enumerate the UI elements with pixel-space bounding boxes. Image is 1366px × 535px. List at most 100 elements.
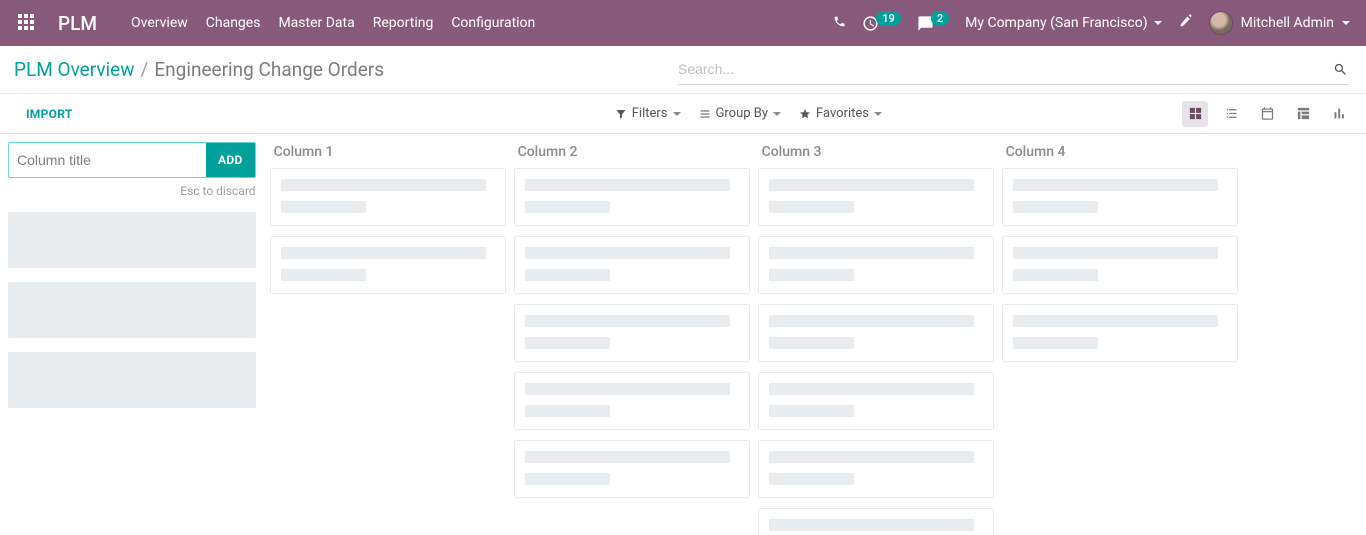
kanban-card[interactable] [1002, 168, 1238, 226]
kanban-card[interactable] [514, 168, 750, 226]
placeholder-line [769, 315, 974, 327]
filter-bar: Filters Group By Favorites [615, 106, 882, 121]
user-name: Mitchell Admin [1241, 15, 1334, 31]
placeholder-line [1013, 179, 1218, 191]
placeholder-line [525, 179, 730, 191]
search-input[interactable] [678, 61, 1333, 77]
list-icon [1224, 106, 1239, 121]
view-switcher [1182, 101, 1352, 127]
kanban-column-title[interactable]: Column 3 [762, 144, 994, 160]
kanban-icon [1188, 106, 1203, 121]
placeholder-line [525, 269, 611, 281]
kanban-column: Column 4 [1002, 142, 1238, 527]
activities-button[interactable]: 19 [862, 15, 901, 32]
nav-overview[interactable]: Overview [131, 15, 188, 31]
app-name[interactable]: PLM [58, 12, 97, 35]
kanban-card[interactable] [758, 236, 994, 294]
search-icon[interactable] [1333, 62, 1348, 77]
new-column-title-input[interactable] [9, 143, 206, 177]
kanban-card[interactable] [514, 236, 750, 294]
company-name: My Company (San Francisco) [965, 15, 1147, 31]
list-view-button[interactable] [1218, 101, 1244, 127]
messages-button[interactable]: 2 [917, 15, 949, 32]
new-column-panel: ADD Esc to discard [8, 142, 256, 527]
import-button[interactable]: IMPORT [26, 107, 73, 121]
nav-master-data[interactable]: Master Data [278, 15, 354, 31]
calendar-view-button[interactable] [1254, 101, 1280, 127]
placeholder-card [8, 352, 256, 408]
kanban-card[interactable] [514, 304, 750, 362]
placeholder-line [281, 269, 367, 281]
placeholder-line [525, 201, 611, 213]
kanban-card[interactable] [758, 440, 994, 498]
placeholder-line [769, 179, 974, 191]
nav-configuration[interactable]: Configuration [451, 15, 535, 31]
kanban-card[interactable] [758, 168, 994, 226]
add-column-button[interactable]: ADD [206, 143, 255, 177]
placeholder-line [525, 315, 730, 327]
groupby-dropdown[interactable]: Group By [699, 106, 782, 121]
kanban-column-title[interactable]: Column 2 [518, 144, 750, 160]
kanban-view-button[interactable] [1182, 101, 1208, 127]
kanban-column-title[interactable]: Column 1 [274, 144, 506, 160]
placeholder-line [281, 247, 486, 259]
favorites-dropdown[interactable]: Favorites [799, 106, 882, 121]
bar-chart-icon [1332, 106, 1347, 121]
placeholder-line [769, 247, 974, 259]
nav-reporting[interactable]: Reporting [373, 15, 434, 31]
placeholder-line [769, 269, 855, 281]
graph-view-button[interactable] [1326, 101, 1352, 127]
placeholder-line [769, 337, 855, 349]
kanban-card[interactable] [270, 236, 506, 294]
placeholder-line [769, 201, 855, 213]
search-box [678, 55, 1348, 85]
placeholder-line [525, 451, 730, 463]
placeholder-line [769, 519, 974, 531]
kanban-card[interactable] [1002, 236, 1238, 294]
apps-launcher-icon[interactable] [18, 14, 36, 32]
placeholder-line [281, 201, 367, 213]
company-switcher[interactable]: My Company (San Francisco) [965, 15, 1161, 31]
kanban-card[interactable] [758, 508, 994, 535]
placeholder-line [525, 337, 611, 349]
placeholder-line [525, 247, 730, 259]
pivot-view-button[interactable] [1290, 101, 1316, 127]
kanban-card[interactable] [514, 372, 750, 430]
placeholder-line [769, 473, 855, 485]
placeholder-line [281, 179, 486, 191]
caret-down-icon [773, 112, 781, 116]
developer-tools-icon[interactable] [1178, 14, 1193, 33]
kanban-column-title[interactable]: Column 4 [1006, 144, 1238, 160]
caret-down-icon [1154, 21, 1162, 25]
kanban-board: ADD Esc to discard Column 1 Column 2 Colum… [0, 134, 1366, 535]
calendar-icon [1260, 106, 1275, 121]
breadcrumb-parent[interactable]: PLM Overview [14, 58, 135, 81]
placeholder-line [1013, 201, 1099, 213]
discard-hint: Esc to discard [8, 184, 256, 198]
kanban-card[interactable] [758, 304, 994, 362]
user-menu[interactable]: Mitchell Admin [1209, 11, 1350, 35]
placeholder-line [769, 383, 974, 395]
kanban-column: Column 3 [758, 142, 994, 527]
activities-count-badge: 19 [876, 11, 901, 26]
kanban-card[interactable] [270, 168, 506, 226]
kanban-card[interactable] [514, 440, 750, 498]
star-icon [799, 108, 811, 120]
filters-dropdown[interactable]: Filters [615, 106, 681, 121]
placeholder-line [525, 405, 611, 417]
subheader: PLM Overview / Engineering Change Orders [0, 46, 1366, 94]
caret-down-icon [1342, 21, 1350, 25]
phone-icon[interactable] [833, 15, 846, 32]
main-navbar: PLM Overview Changes Master Data Reporti… [0, 0, 1366, 46]
kanban-card[interactable] [758, 372, 994, 430]
nav-changes[interactable]: Changes [206, 15, 261, 31]
placeholder-line [525, 383, 730, 395]
control-panel: IMPORT Filters Group By Favorites [0, 94, 1366, 134]
placeholder-card [8, 282, 256, 338]
placeholder-line [769, 451, 974, 463]
pivot-icon [1296, 106, 1311, 121]
placeholder-line [1013, 247, 1218, 259]
breadcrumb-separator: / [141, 58, 149, 81]
messages-count-badge: 2 [931, 11, 949, 26]
kanban-card[interactable] [1002, 304, 1238, 362]
